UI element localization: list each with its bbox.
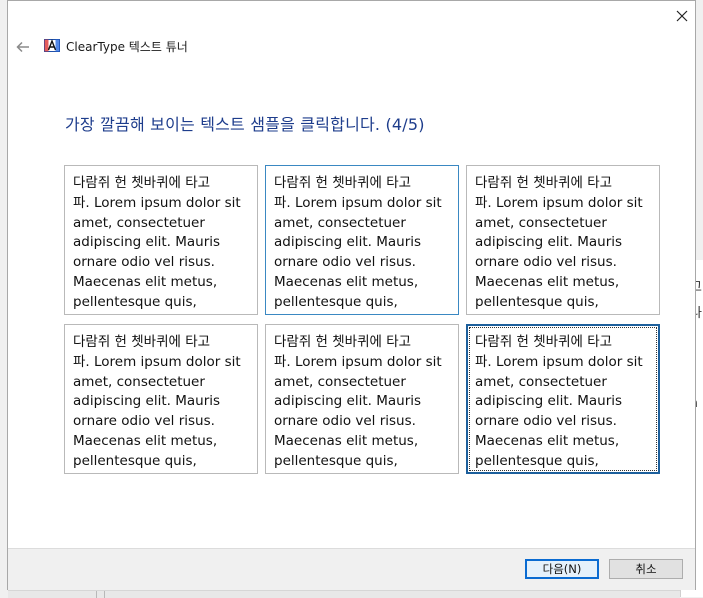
- text-sample-4[interactable]: 다람쥐 헌 쳇바퀴에 타고 파. Lorem ipsum dolor sit a…: [64, 324, 258, 474]
- cleartype-tuner-dialog: ClearType 텍스트 튜너 가장 깔끔해 보이는 텍스트 샘플을 클릭합니…: [7, 0, 696, 590]
- close-icon: [676, 7, 688, 26]
- sample-text: 다람쥐 헌 쳇바퀴에 타고 파. Lorem ipsum dolor sit a…: [73, 334, 241, 469]
- dialog-footer: 다음(N) 취소: [8, 548, 695, 590]
- sample-text: 다람쥐 헌 쳇바퀴에 타고 파. Lorem ipsum dolor sit a…: [274, 175, 442, 310]
- cleartype-app-icon: [44, 37, 60, 53]
- text-sample-2[interactable]: 다람쥐 헌 쳇바퀴에 타고 파. Lorem ipsum dolor sit a…: [265, 165, 459, 315]
- text-sample-5[interactable]: 다람쥐 헌 쳇바퀴에 타고 파. Lorem ipsum dolor sit a…: [265, 324, 459, 474]
- back-button[interactable]: [12, 37, 34, 57]
- next-button[interactable]: 다음(N): [525, 559, 599, 579]
- text-sample-3[interactable]: 다람쥐 헌 쳇바퀴에 타고 파. Lorem ipsum dolor sit a…: [466, 165, 660, 315]
- back-arrow-icon: [16, 38, 30, 57]
- close-button[interactable]: [669, 3, 695, 29]
- text-sample-6-selected[interactable]: 다람쥐 헌 쳇바퀴에 타고 파. Lorem ipsum dolor sit a…: [466, 324, 660, 474]
- cancel-button[interactable]: 취소: [609, 559, 683, 579]
- page-heading: 가장 깔끔해 보이는 텍스트 샘플을 클릭합니다. (4/5): [65, 115, 425, 134]
- sample-text: 다람쥐 헌 쳇바퀴에 타고 파. Lorem ipsum dolor sit a…: [475, 334, 643, 469]
- text-sample-1[interactable]: 다람쥐 헌 쳇바퀴에 타고 파. Lorem ipsum dolor sit a…: [64, 165, 258, 315]
- text-sample-grid: 다람쥐 헌 쳇바퀴에 타고 파. Lorem ipsum dolor sit a…: [64, 165, 661, 477]
- sample-text: 다람쥐 헌 쳇바퀴에 타고 파. Lorem ipsum dolor sit a…: [475, 175, 643, 310]
- sample-text: 다람쥐 헌 쳇바퀴에 타고 파. Lorem ipsum dolor sit a…: [274, 334, 442, 469]
- sample-text: 다람쥐 헌 쳇바퀴에 타고 파. Lorem ipsum dolor sit a…: [73, 175, 241, 310]
- window-title: ClearType 텍스트 튜너: [66, 40, 188, 54]
